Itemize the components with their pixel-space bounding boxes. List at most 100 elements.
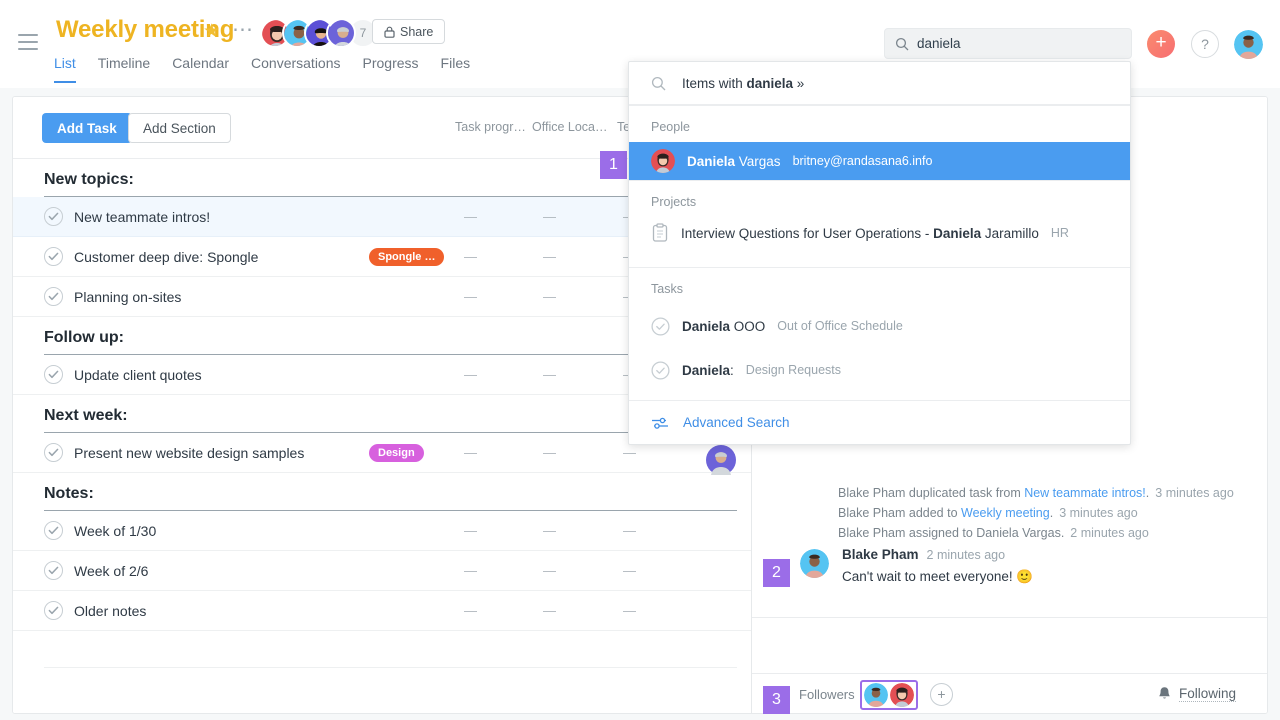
add-section-button[interactable]: Add Section xyxy=(128,113,231,143)
divider xyxy=(752,617,1268,618)
avatar[interactable] xyxy=(706,445,736,475)
task-tag[interactable]: Design xyxy=(369,444,424,462)
comment-body: Can't wait to meet everyone! 🙂 xyxy=(842,569,1268,585)
search-container xyxy=(884,28,1132,59)
app-root: Weekly meeting ★ ⋯ 7 Share List xyxy=(0,0,1280,720)
search-result-subtitle: Out of Office Schedule xyxy=(777,319,903,333)
add-follower-button[interactable]: + xyxy=(930,683,953,706)
task-name: New teammate intros! xyxy=(74,209,210,225)
search-group-tasks: Tasks Daniela OOO Out of Office Schedule… xyxy=(629,267,1130,400)
avatar[interactable] xyxy=(326,18,356,48)
avatar[interactable] xyxy=(864,683,888,707)
avatar[interactable] xyxy=(1234,30,1263,59)
task-complete-checkbox[interactable] xyxy=(44,207,63,226)
search-items-with-row[interactable]: Items with daniela » xyxy=(629,62,1130,105)
filter-icon xyxy=(651,416,669,430)
tab-files[interactable]: Files xyxy=(441,55,471,83)
task-cell-progress[interactable]: — xyxy=(464,523,477,538)
task-cell-office[interactable]: — xyxy=(543,367,556,382)
search-result-task[interactable]: Daniela: Design Requests xyxy=(629,348,1130,392)
task-cell-progress[interactable]: — xyxy=(464,603,477,618)
task-cell-progress[interactable]: — xyxy=(464,563,477,578)
task-complete-checkbox[interactable] xyxy=(44,287,63,306)
member-avatar-stack: 7 xyxy=(260,18,378,50)
tab-progress[interactable]: Progress xyxy=(363,55,419,83)
task-cell-office[interactable]: — xyxy=(543,523,556,538)
check-circle-icon xyxy=(651,317,670,336)
column-header-task-progress[interactable]: Task progr… xyxy=(455,120,526,134)
following-toggle[interactable]: Following xyxy=(1157,686,1236,702)
task-cell-progress[interactable]: — xyxy=(464,367,477,382)
search-icon xyxy=(651,76,666,91)
avatar xyxy=(651,149,675,173)
task-name: Present new website design samples xyxy=(74,445,304,461)
task-cell-progress[interactable]: — xyxy=(464,289,477,304)
share-button[interactable]: Share xyxy=(372,19,445,44)
comment-timestamp: 2 minutes ago xyxy=(919,548,1006,562)
column-header-office-location[interactable]: Office Loca… xyxy=(532,120,608,134)
avatar[interactable] xyxy=(800,549,829,578)
clipboard-icon xyxy=(651,223,669,243)
activity-link[interactable]: Weekly meeting xyxy=(961,506,1050,520)
task-cell-office[interactable]: — xyxy=(543,249,556,264)
task-complete-checkbox[interactable] xyxy=(44,443,63,462)
followers-bar: Followers + Following xyxy=(752,673,1268,714)
task-tag[interactable]: Spongle … xyxy=(369,248,444,266)
tab-calendar[interactable]: Calendar xyxy=(172,55,229,83)
activity-item: Blake Pham duplicated task from New team… xyxy=(838,483,1258,503)
create-button[interactable]: + xyxy=(1147,30,1175,58)
tab-conversations[interactable]: Conversations xyxy=(251,55,341,83)
task-row[interactable]: Week of 2/6——— xyxy=(13,551,751,591)
search-group-people: People Daniela Vargas britney@randasana6… xyxy=(629,105,1130,180)
task-complete-checkbox[interactable] xyxy=(44,601,63,620)
task-cell-office[interactable]: — xyxy=(543,289,556,304)
search-group-projects: Projects Interview Questions for User Op… xyxy=(629,180,1130,267)
search-result-person[interactable]: Daniela Vargas britney@randasana6.info xyxy=(629,142,1130,180)
star-icon[interactable]: ★ xyxy=(203,20,220,43)
task-section-header[interactable]: Notes: xyxy=(13,473,751,511)
search-box[interactable] xyxy=(884,28,1132,59)
task-complete-checkbox[interactable] xyxy=(44,561,63,580)
tab-timeline[interactable]: Timeline xyxy=(98,55,150,83)
search-input[interactable] xyxy=(917,36,1107,51)
task-row[interactable]: Week of 1/30 — — — xyxy=(13,511,751,551)
follower-avatars[interactable] xyxy=(860,680,918,710)
task-cell-progress[interactable]: — xyxy=(464,209,477,224)
task-complete-checkbox[interactable] xyxy=(44,521,63,540)
search-result-subtitle: britney@randasana6.info xyxy=(793,154,933,168)
task-cell-text[interactable]: — xyxy=(623,603,636,618)
task-cell-text[interactable]: — xyxy=(623,523,636,538)
tab-list[interactable]: List xyxy=(54,55,76,83)
search-result-task[interactable]: Daniela OOO Out of Office Schedule xyxy=(629,304,1130,348)
comment: Blake Pham2 minutes ago Can't wait to me… xyxy=(800,547,1268,585)
avatar[interactable] xyxy=(890,683,914,707)
advanced-search-link[interactable]: Advanced Search xyxy=(629,400,1130,444)
activity-item: Blake Pham added to Weekly meeting.3 min… xyxy=(838,503,1258,523)
menu-icon[interactable] xyxy=(18,34,38,48)
search-result-subtitle: Design Requests xyxy=(746,363,841,377)
task-cell-progress[interactable]: — xyxy=(464,445,477,460)
list-bottom-divider xyxy=(44,667,737,668)
task-cell-text[interactable]: — xyxy=(623,563,636,578)
task-cell-office[interactable]: — xyxy=(543,603,556,618)
task-row[interactable]: Older notes——— xyxy=(13,591,751,631)
activity-link[interactable]: New teammate intros! xyxy=(1024,486,1146,500)
activity-timestamp: 2 minutes ago xyxy=(1064,526,1149,540)
task-cell-office[interactable]: — xyxy=(543,445,556,460)
task-cell-text[interactable]: — xyxy=(623,445,636,460)
search-result-name: Daniela OOO xyxy=(682,319,765,334)
task-name: Week of 1/30 xyxy=(74,523,156,539)
task-complete-checkbox[interactable] xyxy=(44,365,63,384)
help-button[interactable]: ? xyxy=(1191,30,1219,58)
bell-icon xyxy=(1157,686,1172,702)
add-task-button[interactable]: Add Task xyxy=(42,113,132,143)
task-cell-progress[interactable]: — xyxy=(464,249,477,264)
search-group-label: Tasks xyxy=(629,268,1130,304)
comment-header: Blake Pham2 minutes ago xyxy=(842,547,1268,562)
task-complete-checkbox[interactable] xyxy=(44,247,63,266)
task-cell-office[interactable]: — xyxy=(543,209,556,224)
task-cell-office[interactable]: — xyxy=(543,563,556,578)
ellipsis-icon[interactable]: ⋯ xyxy=(232,17,254,42)
search-result-project[interactable]: Interview Questions for User Operations … xyxy=(629,217,1130,255)
search-result-name: Daniela: xyxy=(682,363,734,378)
